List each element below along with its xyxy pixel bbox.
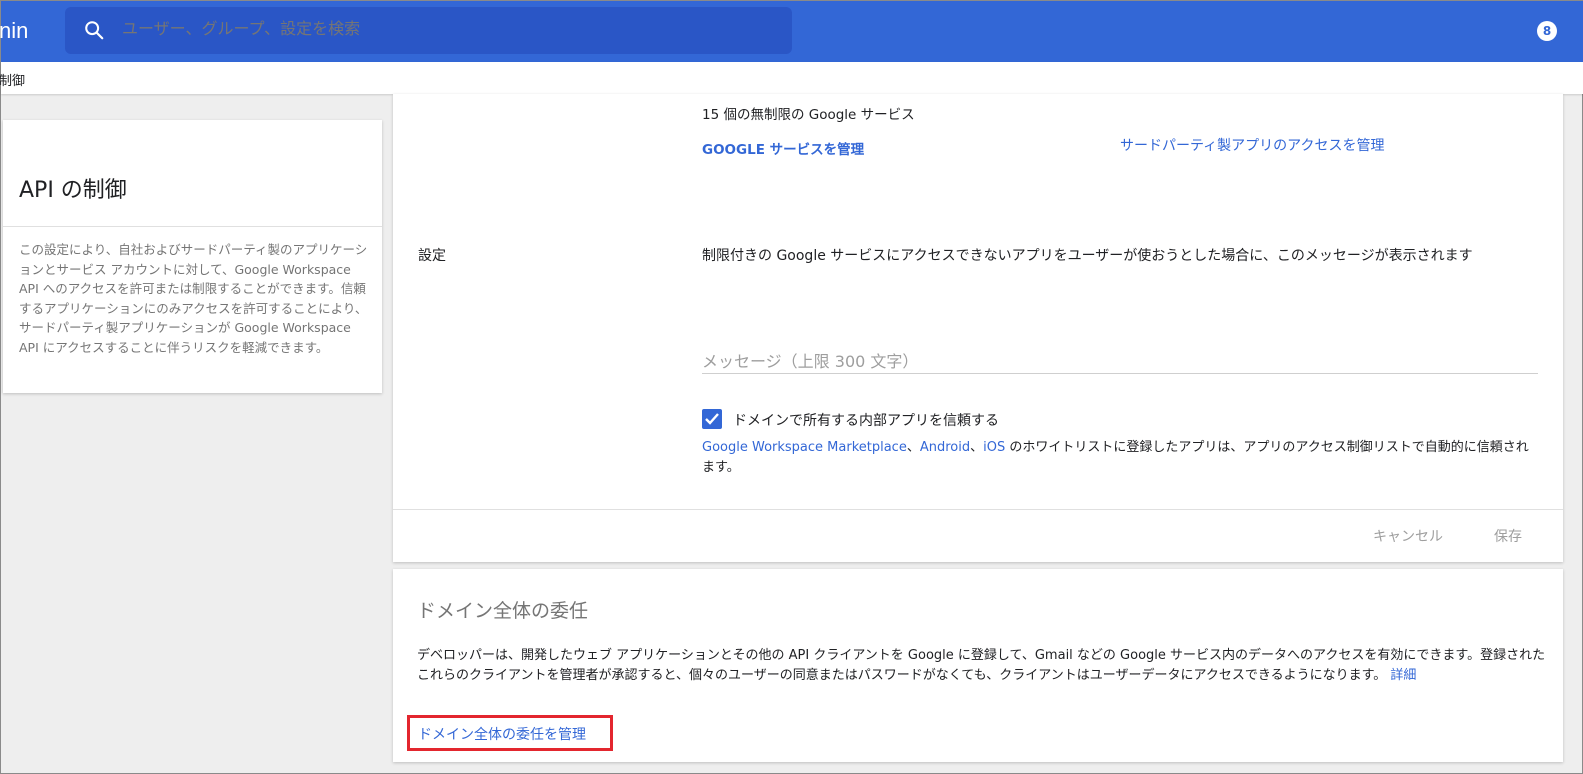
search-bar[interactable] (65, 7, 792, 54)
whitelist-note: Google Workspace Marketplace、Android、iOS… (702, 438, 1532, 477)
page-description: この設定により、自社およびサードパーティ製のアプリケーションとサービス アカウン… (19, 242, 368, 355)
top-app-bar: nin 8 (0, 1, 1583, 62)
separator: 、 (970, 440, 984, 455)
manage-domain-wide-delegation-link[interactable]: ドメイン全体の委任を管理 (418, 724, 586, 744)
search-icon (85, 21, 104, 40)
manage-domain-wide-delegation-highlight: ドメイン全体の委任を管理 (407, 715, 613, 751)
manage-third-party-access-link[interactable]: サードパーティ製アプリのアクセスを管理 (1120, 135, 1384, 155)
section-description: デベロッパーは、開発したウェブ アプリケーションとその他の API クライアント… (417, 646, 1547, 686)
marketplace-link[interactable]: Google Workspace Marketplace (702, 440, 907, 455)
save-button[interactable]: 保存 (1494, 526, 1522, 546)
section-title: ドメイン全体の委任 (417, 600, 589, 622)
breadcrumb[interactable]: 制御 (0, 70, 25, 89)
setting-description: 制限付きの Google サービスにアクセスできないアプリをユーザーが使おうとし… (702, 248, 1473, 264)
search-input[interactable] (122, 19, 722, 38)
unlimited-services-count: 15 個の無制限の Google サービス (702, 107, 915, 123)
brand-logo[interactable]: nin (0, 18, 28, 44)
api-settings-card: 15 個の無制限の Google サービス GOOGLE サービスを管理 サード… (393, 94, 1563, 562)
domain-wide-delegation-card: ドメイン全体の委任 デベロッパーは、開発したウェブ アプリケーションとその他の … (393, 569, 1563, 762)
account-badge[interactable]: 8 (1537, 21, 1557, 41)
ios-link[interactable]: iOS (983, 440, 1005, 455)
trust-internal-apps-checkbox[interactable] (702, 409, 722, 429)
divider (3, 226, 382, 227)
trust-internal-apps-label[interactable]: ドメインで所有する内部アプリを信頼する (733, 410, 999, 430)
page-title: API の制御 (19, 178, 127, 203)
check-icon (705, 413, 719, 425)
section-description-text: デベロッパーは、開発したウェブ アプリケーションとその他の API クライアント… (417, 648, 1546, 683)
divider (393, 509, 1563, 510)
setting-label: 設定 (418, 248, 446, 264)
separator: 、 (906, 440, 920, 455)
android-link[interactable]: Android (920, 440, 970, 455)
manage-google-services-link[interactable]: GOOGLE サービスを管理 (702, 138, 864, 158)
details-link[interactable]: 詳細 (1390, 668, 1416, 683)
message-input[interactable] (702, 350, 1538, 374)
breadcrumb-bar: 制御 (0, 62, 1583, 94)
api-controls-info-card: API の制御 この設定により、自社およびサードパーティ製のアプリケーションとサ… (3, 120, 382, 393)
cancel-button[interactable]: キャンセル (1373, 526, 1443, 546)
